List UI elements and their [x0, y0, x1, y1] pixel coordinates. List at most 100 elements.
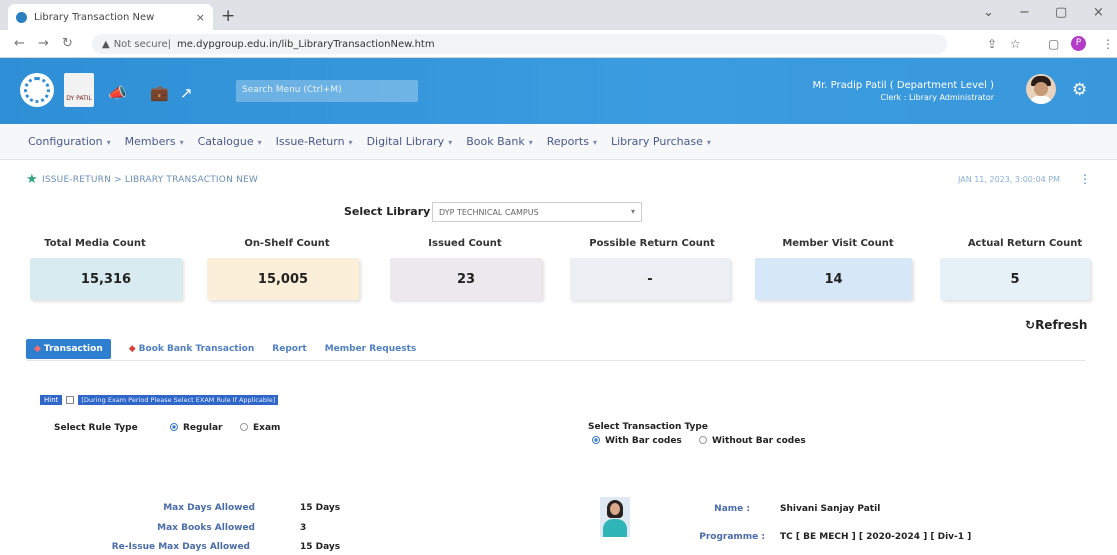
tab-member-requests[interactable]: Member Requests — [325, 344, 417, 354]
menu-members[interactable]: Members ▾ — [125, 135, 184, 148]
megaphone-icon[interactable]: 📣 — [108, 84, 127, 102]
menu-label: Members — [124, 135, 176, 148]
tab-label: Report — [272, 344, 307, 354]
briefcase-icon[interactable]: 💼 — [150, 84, 169, 102]
menu-search-input[interactable]: Search Menu (Ctrl+M) — [236, 80, 418, 102]
url-text: me.dypgroup.edu.in/lib_LibraryTransactio… — [177, 38, 435, 50]
tab-search-icon[interactable]: ⌄ — [983, 5, 994, 20]
tab-label: Member Requests — [324, 344, 417, 354]
transaction-type-label: Select Transaction Type — [588, 422, 708, 432]
more-options-icon[interactable]: ⋮ — [1079, 172, 1091, 186]
menu-label: Configuration — [28, 135, 103, 148]
chevron-down-icon: ▾ — [348, 138, 353, 147]
back-arrow-icon[interactable]: ← — [14, 36, 25, 51]
address-bar[interactable]: ▲ Not secure | me.dypgroup.edu.in/lib_Li… — [92, 34, 947, 54]
user-info[interactable]: Mr. Pradip Patil ( Department Level ) Cl… — [812, 80, 994, 104]
tab-transaction[interactable]: ◆ Transaction — [26, 339, 111, 359]
chevron-down-icon: ▾ — [706, 138, 711, 147]
menu-reports[interactable]: Reports ▾ — [547, 135, 597, 148]
bookmark-star-icon[interactable]: ☆ — [1010, 37, 1021, 51]
tab-report[interactable]: Report — [272, 344, 306, 354]
menu-book-bank[interactable]: Book Bank ▾ — [466, 135, 533, 148]
tab-label: Book Bank Transaction — [138, 344, 255, 354]
browser-tab[interactable]: Library Transaction New × — [8, 4, 213, 30]
tab-close-icon[interactable]: × — [196, 11, 205, 24]
stat-value: 14 — [824, 271, 843, 287]
dy-patil-logo: DY PATIL — [64, 73, 94, 107]
share-icon[interactable]: ⇪ — [987, 37, 997, 51]
breadcrumb: ISSUE-RETURN > LIBRARY TRANSACTION NEW — [42, 175, 258, 185]
chevron-down-icon: ▾ — [257, 138, 262, 147]
menu-digital-library[interactable]: Digital Library ▾ — [367, 135, 453, 148]
menu-label: Book Bank — [466, 135, 525, 148]
tab-view-icon[interactable]: ▢ — [1048, 37, 1059, 51]
stat-value: - — [647, 271, 653, 287]
reissue-max-days-value: 15 Days — [300, 542, 341, 552]
settings-gear-icon[interactable]: ⚙ — [1072, 80, 1087, 100]
menu-configuration[interactable]: Configuration ▾ — [28, 135, 111, 148]
reload-icon[interactable]: ↻ — [62, 36, 73, 51]
without-barcodes-radio[interactable]: Without Bar codes — [699, 435, 806, 446]
refresh-button[interactable]: ↻Refresh — [1025, 318, 1087, 332]
site-favicon-icon — [16, 11, 27, 23]
app-header: DY PATIL 📣 💼 ↗ Search Menu (Ctrl+M) Mr. … — [0, 58, 1117, 124]
chevron-down-icon: ▾ — [448, 138, 453, 147]
main-menu: Configuration ▾ Members ▾ Catalogue ▾ Issue… — [0, 124, 1117, 160]
max-books-label: Max Books Allowed — [157, 523, 255, 533]
institute-emblem-icon — [20, 73, 54, 107]
warning-icon: ▲ — [102, 38, 110, 50]
member-programme-label: Programme : — [699, 532, 765, 542]
address-separator: | — [167, 38, 172, 50]
menu-library-purchase[interactable]: Library Purchase ▾ — [611, 135, 711, 148]
member-name-label: Name : — [714, 504, 750, 514]
radio-selected-icon — [592, 435, 600, 444]
select-library-label: Select Library — [344, 205, 431, 218]
radio-icon — [240, 422, 248, 431]
tab-label: Transaction — [43, 344, 103, 354]
stat-card-member-visit: 14 — [755, 258, 912, 300]
book-icon: ◆ — [34, 344, 41, 354]
window-minimize-button[interactable]: − — [1019, 5, 1030, 20]
user-avatar[interactable] — [1026, 74, 1056, 104]
stat-card-possible-return: - — [570, 258, 730, 300]
browser-tab-bar: Library Transaction New × + ⌄ − ▢ × — [0, 0, 1117, 30]
forward-arrow-icon[interactable]: → — [38, 36, 49, 51]
menu-catalogue[interactable]: Catalogue ▾ — [198, 135, 262, 148]
browser-menu-icon[interactable]: ⋮ — [1102, 37, 1114, 51]
library-select[interactable]: DYP TECHNICAL CAMPUS ▾ — [432, 202, 642, 222]
radio-label: Exam — [253, 423, 281, 433]
rule-regular-radio[interactable]: Regular — [170, 422, 223, 433]
stat-card-on-shelf: 15,005 — [207, 258, 359, 300]
window-close-button[interactable]: × — [1093, 5, 1104, 20]
dropdown-caret-icon: ▾ — [630, 207, 635, 216]
menu-issue-return[interactable]: Issue-Return ▾ — [276, 135, 353, 148]
window-restore-button[interactable]: ▢ — [1055, 5, 1067, 20]
chevron-down-icon: ▾ — [528, 138, 533, 147]
stat-value: 15,316 — [80, 271, 132, 287]
menu-label: Library Purchase — [610, 135, 703, 148]
hint-checkbox[interactable] — [66, 396, 75, 404]
with-barcodes-radio[interactable]: With Bar codes — [592, 435, 682, 446]
menu-label: Issue-Return — [275, 135, 345, 148]
favorite-star-icon[interactable]: ★ — [26, 172, 38, 187]
profile-avatar[interactable]: P — [1071, 36, 1086, 51]
stat-value: 23 — [456, 271, 476, 287]
radio-label: With Bar codes — [605, 436, 682, 446]
radio-icon — [699, 435, 707, 444]
chevron-down-icon: ▾ — [106, 138, 111, 147]
current-datetime: JAN 11, 2023, 3:00:04 PM — [958, 175, 1061, 184]
new-tab-button[interactable]: + — [221, 6, 235, 26]
radio-label: Regular — [183, 423, 223, 433]
book-icon: ◆ — [128, 344, 136, 354]
exam-hint: Hint [During Exam Period Please Select E… — [40, 395, 279, 405]
external-link-icon[interactable]: ↗ — [180, 84, 193, 102]
hint-text: [During Exam Period Please Select EXAM R… — [78, 395, 279, 405]
stat-card-issued: 23 — [390, 258, 542, 300]
radio-label: Without Bar codes — [712, 436, 806, 446]
tab-book-bank-transaction[interactable]: ◆ Book Bank Transaction — [129, 344, 255, 354]
rule-type-label: Select Rule Type — [54, 423, 138, 433]
not-secure-label: Not secure — [113, 38, 168, 50]
stat-label-member-visit: Member Visit Count — [782, 238, 894, 249]
rule-exam-radio[interactable]: Exam — [240, 422, 281, 433]
transaction-tabs: ◆ Transaction ◆ Book Bank Transaction Repo… — [26, 338, 434, 360]
